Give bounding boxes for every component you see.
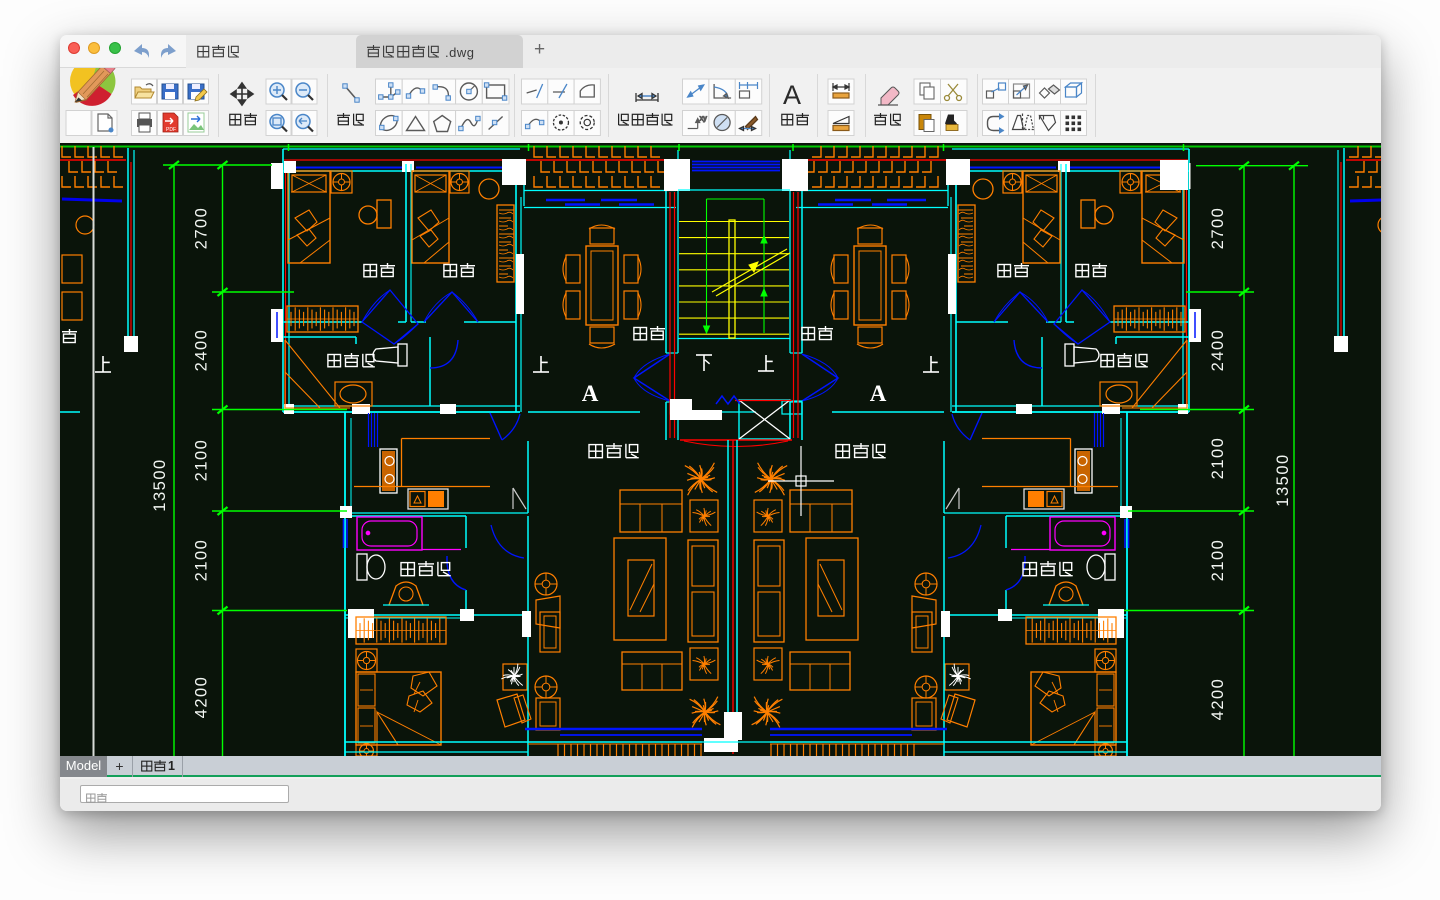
svg-text:2100: 2100 — [1209, 539, 1227, 582]
svg-text:A: A — [582, 381, 599, 406]
svg-text:2400: 2400 — [1209, 329, 1227, 372]
svg-text:13500: 13500 — [1274, 453, 1292, 506]
svg-text:4200: 4200 — [193, 676, 211, 719]
svg-text:2400: 2400 — [193, 329, 211, 372]
svg-text:PDF: PDF — [166, 127, 176, 133]
svg-text:2100: 2100 — [193, 439, 211, 482]
svg-text:A: A — [870, 381, 887, 406]
svg-text:xy: xy — [700, 116, 708, 123]
svg-text:13500: 13500 — [151, 458, 169, 511]
svg-text:4200: 4200 — [1209, 678, 1227, 721]
svg-text:A: A — [783, 80, 801, 110]
svg-text:2700: 2700 — [193, 207, 211, 250]
svg-text:2100: 2100 — [1209, 437, 1227, 480]
svg-text:2100: 2100 — [193, 539, 211, 582]
svg-text:2700: 2700 — [1209, 207, 1227, 250]
